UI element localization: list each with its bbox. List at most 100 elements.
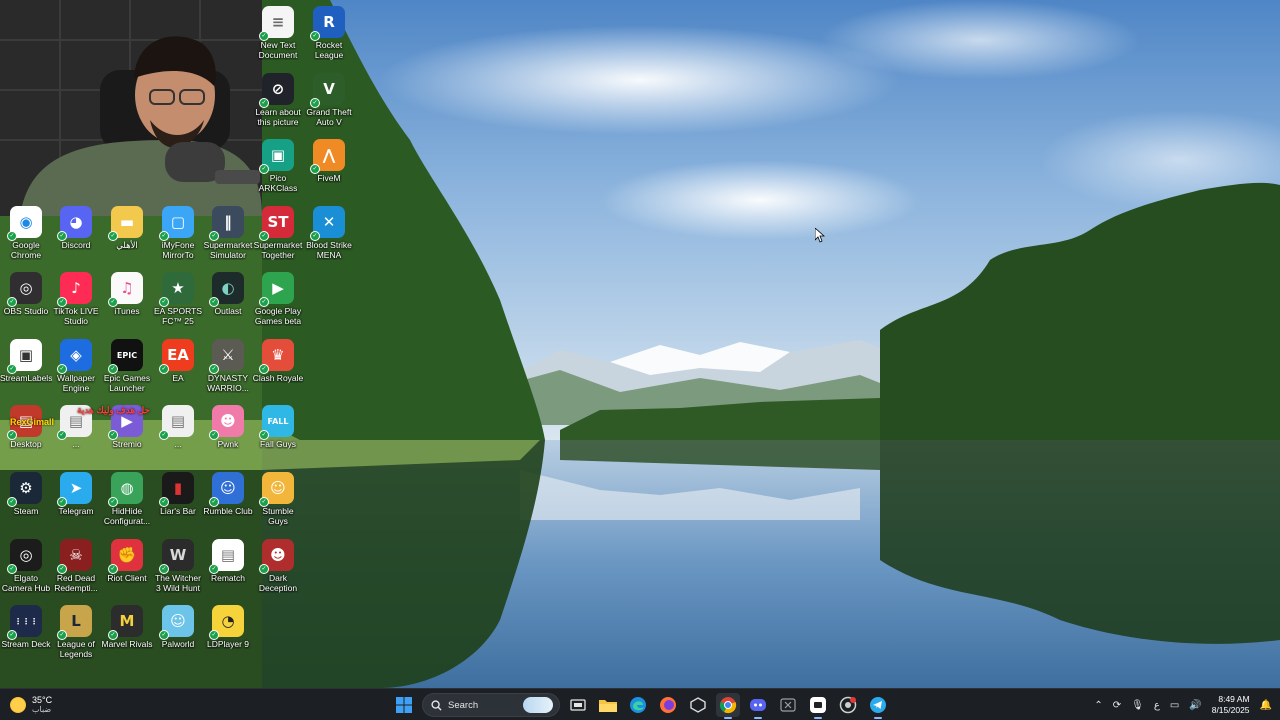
app-glyph-icon: ▶ — [272, 279, 284, 297]
desktop-icon[interactable]: ▢ ✓ iMyFone MirrorTo — [152, 206, 204, 260]
app-glyph-icon: ◍ — [120, 479, 134, 497]
desktop-icon[interactable]: ▤ ✓... — [152, 405, 204, 449]
desktop-icon[interactable]: ▣ ✓ StreamLabels — [0, 339, 52, 383]
app-icon: ★ ✓ — [159, 272, 194, 307]
desktop-icon[interactable]: ⚙ ✓ Steam — [0, 472, 52, 516]
desktop-icon[interactable]: V ✓ Grand Theft Auto V — [303, 73, 355, 127]
desktop-icon[interactable]: ◎ ✓ OBS Studio — [0, 272, 52, 316]
app-icon: W ✓ — [159, 539, 194, 574]
taskbar-search-box[interactable]: Search — [422, 693, 560, 717]
desktop-icon[interactable]: ◕ ✓ Discord — [50, 206, 102, 250]
desktop-icon[interactable]: ☺ ✓ Rumble Club — [202, 472, 254, 516]
desktop-icon[interactable]: ST ✓ Supermarket Together — [252, 206, 304, 260]
desktop-icon[interactable]: ▮ ✓ Liar's Bar — [152, 472, 204, 516]
desktop-icon[interactable]: ♛ ✓ Clash Royale — [252, 339, 304, 383]
app-glyph-icon: ST — [267, 213, 289, 231]
app-icon: ◎ ✓ — [7, 272, 42, 307]
desktop-icon[interactable]: ☻ ✓ Pwnk — [202, 405, 254, 449]
taskbar-apps: Search — [392, 692, 890, 719]
desktop-icon[interactable]: ◐ ✓ Outlast — [202, 272, 254, 316]
app-glyph-icon: ▢ — [170, 213, 186, 231]
app-icon: ☠ ✓ — [57, 539, 92, 574]
network-icon[interactable]: ▭ — [1170, 700, 1179, 711]
sync-icon[interactable]: ⟳ — [1113, 700, 1121, 711]
desktop-icon[interactable]: ⊘ ✓ Learn about this picture — [252, 73, 304, 127]
notification-bell-icon[interactable]: 🔔 — [1260, 700, 1272, 711]
desktop-icon[interactable]: ▣ ✓ Pico ARKClass — [252, 139, 304, 193]
desktop-icon[interactable]: FALL ✓ Fall Guys — [252, 405, 304, 449]
volume-icon[interactable]: 🔊 — [1189, 700, 1201, 711]
sync-check-icon: ✓ — [57, 430, 67, 440]
desktop-icon[interactable]: W ✓ The Witcher 3 Wild Hunt — [152, 539, 204, 593]
app-icon: ☺ ✓ — [159, 605, 194, 640]
desktop-icon[interactable]: ≡ ✓ New Text Document — [252, 6, 304, 60]
app-icon: ♪ ✓ — [57, 272, 92, 307]
app-icon: ♛ ✓ — [259, 339, 294, 374]
desktop-icon-label: Palworld — [161, 639, 195, 649]
telegram-button[interactable] — [866, 693, 890, 719]
desktop-icon-label: iTunes — [114, 306, 140, 316]
chrome-alt-button[interactable] — [836, 693, 860, 717]
desktop-icon[interactable]: ◈ ✓ Wallpaper Engine — [50, 339, 102, 393]
streamer-webcam-feed — [0, 0, 262, 216]
desktop-icon[interactable]: EPIC ✓ Epic Games Launcher — [101, 339, 153, 393]
desktop-icon[interactable]: ★ ✓ EA SPORTS FC™ 25 — [152, 272, 204, 326]
desktop-icon[interactable]: ➤ ✓ Telegram — [50, 472, 102, 516]
edge-button[interactable] — [626, 693, 650, 717]
desktop-icon[interactable]: ◉ ✓ Google Chrome — [0, 206, 52, 260]
sync-check-icon: ✓ — [159, 630, 169, 640]
app-glyph-icon: ⚙ — [19, 479, 33, 497]
desktop-icon[interactable]: L ✓ League of Legends — [50, 605, 102, 659]
desktop-icon-label: ... — [72, 439, 80, 449]
desktop-icon-label: iMyFone MirrorTo — [161, 240, 195, 260]
desktop-icon[interactable]: ✊ ✓ Riot Client — [101, 539, 153, 583]
app-icon: ☺ ✓ — [259, 472, 294, 507]
streamlabs-button[interactable] — [806, 693, 830, 719]
unity-button[interactable] — [686, 693, 710, 717]
desktop-icon-label: Google Play Games beta — [254, 306, 302, 326]
desktop-icon[interactable]: ☺ ✓ Palworld — [152, 605, 204, 649]
firefox-button[interactable] — [656, 693, 680, 717]
start-button[interactable] — [392, 693, 416, 717]
xbox-button[interactable] — [776, 693, 800, 717]
desktop-icon[interactable]: ♫ ✓ iTunes — [101, 272, 153, 316]
desktop-icon[interactable]: ▬ ✓ الأهلي — [101, 206, 153, 250]
desktop-icon[interactable]: R ✓ Rocket League — [303, 6, 355, 60]
desktop-icon[interactable]: ⚔ ✓ DYNASTY WARRIO... — [202, 339, 254, 393]
app-glyph-icon: ▣ — [270, 146, 286, 164]
desktop-icon[interactable]: ☺ ✓ Stumble Guys — [252, 472, 304, 526]
desktop-icon[interactable]: ♪ ✓ TikTok LIVE Studio — [50, 272, 102, 326]
desktop-icon[interactable]: ▶ ✓ Google Play Games beta — [252, 272, 304, 326]
desktop-icon[interactable]: EA ✓ EA — [152, 339, 204, 383]
app-icon: ➤ ✓ — [57, 472, 92, 507]
app-icon: M ✓ — [108, 605, 143, 640]
chrome-button[interactable] — [716, 693, 740, 719]
desktop-icon[interactable]: ☻ ✓ Dark Deception — [252, 539, 304, 593]
desktop-icon[interactable]: ◎ ✓ Elgato Camera Hub — [0, 539, 52, 593]
desktop-icon-label: Pwnk — [217, 439, 239, 449]
desktop-icon[interactable]: ✕ ✓ Blood Strike MENA — [303, 206, 355, 260]
sync-check-icon: ✓ — [310, 164, 320, 174]
desktop-icon[interactable]: M ✓ Marvel Rivals — [101, 605, 153, 649]
app-icon: ⋮⋮⋮ ✓ — [7, 605, 42, 640]
discord-button[interactable] — [746, 693, 770, 719]
file-explorer-button[interactable] — [596, 693, 620, 717]
desktop-icon[interactable]: ▤ ✓ Rematch — [202, 539, 254, 583]
desktop-icon[interactable]: ‖ ✓ Supermarket Simulator — [202, 206, 254, 260]
show-hidden-icons-chevron-icon[interactable]: ⌃ — [1094, 700, 1102, 711]
sync-check-icon: ✓ — [57, 497, 67, 507]
desktop-icon[interactable]: ◍ ✓ HidHide Configurat... — [101, 472, 153, 526]
sync-check-icon: ✓ — [108, 231, 118, 241]
sync-check-icon: ✓ — [159, 564, 169, 574]
input-language-indicator[interactable]: ع — [1154, 700, 1160, 711]
weather-widget[interactable]: 35°C ضباب — [10, 692, 52, 718]
desktop-icon[interactable]: ◔ ✓ LDPlayer 9 — [202, 605, 254, 649]
search-highlight-icon — [523, 697, 553, 713]
desktop-icon[interactable]: ☠ ✓ Red Dead Redempti... — [50, 539, 102, 593]
desktop-icon[interactable]: ⋀ ✓ FiveM — [303, 139, 355, 183]
microphone-icon[interactable]: 🎙 — [1131, 700, 1144, 711]
taskbar-clock[interactable]: 8:49 AM 8/15/2025 — [1212, 694, 1250, 716]
telegram-icon — [870, 697, 886, 713]
desktop-icon[interactable]: ⋮⋮⋮ ✓ Stream Deck — [0, 605, 52, 649]
task-view-button[interactable] — [566, 693, 590, 717]
